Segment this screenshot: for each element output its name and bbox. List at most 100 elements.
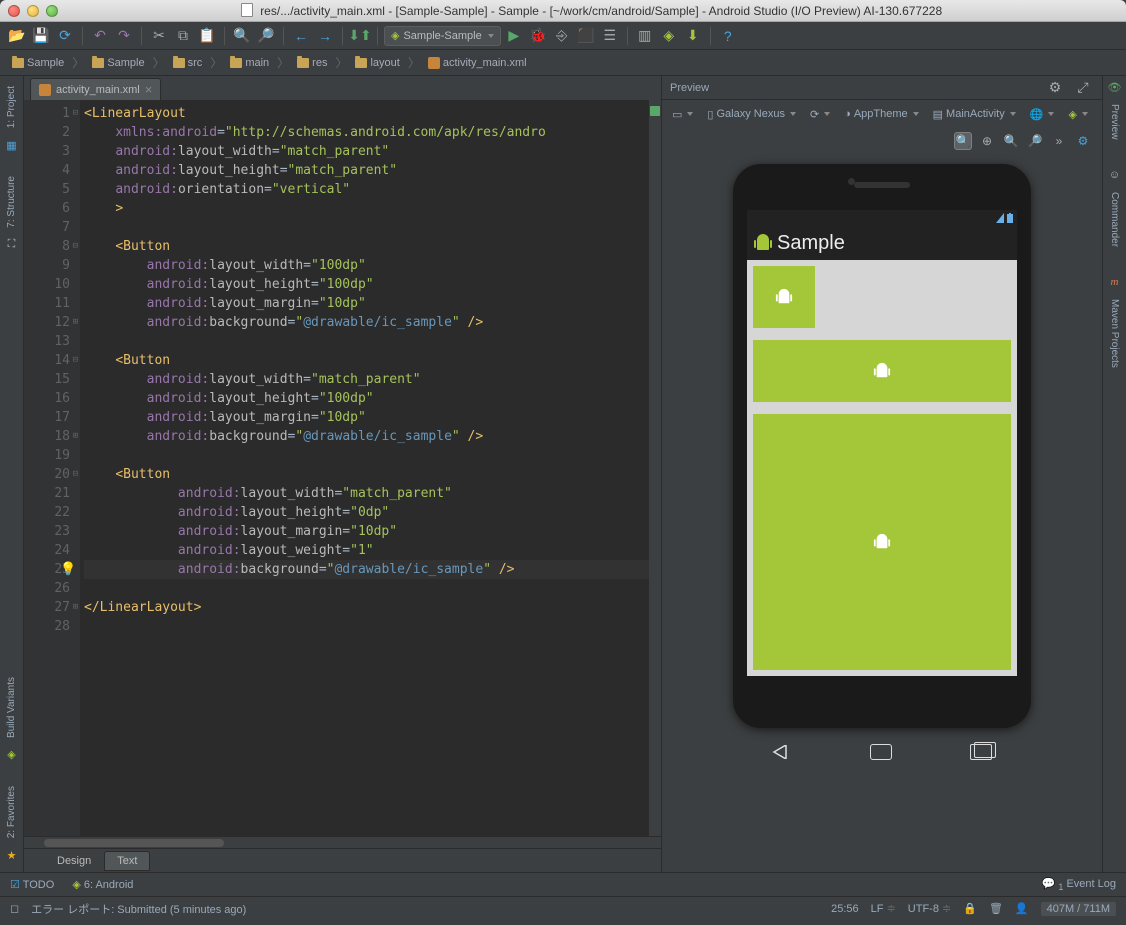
- breadcrumb-item[interactable]: res: [291, 55, 333, 71]
- error-stripe: [649, 100, 661, 836]
- save-button[interactable]: 💾: [30, 25, 52, 47]
- zoom-out-icon[interactable]: 🔎: [1026, 132, 1044, 150]
- code-editor[interactable]: ⊟1234567⊟891011⊞1213⊟14151617⊞1819⊟20212…: [24, 100, 661, 836]
- config-dropdown[interactable]: ▭: [668, 106, 697, 123]
- paste-button[interactable]: 📋: [196, 25, 218, 47]
- device-dropdown[interactable]: ▯ Galaxy Nexus: [703, 106, 800, 123]
- find-button[interactable]: 🔍: [231, 25, 253, 47]
- make-button[interactable]: ⬇⬆: [349, 25, 371, 47]
- window-title: res/.../activity_main.xml - [Sample-Samp…: [65, 3, 1118, 18]
- build-variants-tab[interactable]: Build Variants: [4, 671, 19, 744]
- app-title: Sample: [777, 232, 845, 255]
- settings-icon[interactable]: ⚙: [1074, 132, 1092, 150]
- commander-icon: ☺: [1108, 168, 1122, 182]
- zoom-in-icon[interactable]: 🔍: [1002, 132, 1020, 150]
- zoom-fit-icon[interactable]: 🔍: [954, 132, 972, 150]
- orientation-dropdown[interactable]: ⟳: [806, 106, 834, 123]
- maven-icon: m: [1108, 275, 1122, 289]
- zoom-reset-icon[interactable]: ⊕: [978, 132, 996, 150]
- horizontal-scrollbar[interactable]: [24, 836, 661, 848]
- monitor-button[interactable]: ☰: [599, 25, 621, 47]
- titlebar: res/.../activity_main.xml - [Sample-Samp…: [0, 0, 1126, 22]
- toggle-tool-windows-icon[interactable]: ◻: [10, 902, 19, 915]
- close-window-button[interactable]: [8, 5, 20, 17]
- design-tab[interactable]: Design: [44, 851, 104, 871]
- device-frame: Sample: [733, 164, 1031, 728]
- memory-indicator[interactable]: 407M / 711M: [1041, 902, 1116, 916]
- scrollbar-thumb[interactable]: [44, 839, 224, 847]
- preview-tool-tab[interactable]: Preview: [1107, 98, 1122, 146]
- theme-dropdown[interactable]: ◑ AppTheme: [840, 106, 922, 122]
- preview-button-3: [753, 414, 1011, 670]
- stop-button[interactable]: ⬛: [575, 25, 597, 47]
- replace-button[interactable]: 🔎: [255, 25, 277, 47]
- intention-bulb-icon[interactable]: 💡: [60, 560, 76, 579]
- structure-tool-tab[interactable]: 7: Structure: [4, 170, 19, 234]
- hector-icon[interactable]: 👤: [1015, 902, 1029, 915]
- sync-button[interactable]: ⟳: [54, 25, 76, 47]
- right-tool-rail: 👁 Preview ☺ Commander m Maven Projects: [1102, 76, 1126, 872]
- gear-icon[interactable]: ⚙: [1044, 77, 1066, 99]
- locale-dropdown[interactable]: 🌐: [1026, 106, 1059, 123]
- project-icon: ▦: [5, 138, 19, 152]
- activity-dropdown[interactable]: ▤ MainActivity: [929, 106, 1020, 123]
- help-button[interactable]: ?: [717, 25, 739, 47]
- xml-file-icon: [428, 57, 440, 69]
- redo-button[interactable]: ↷: [113, 25, 135, 47]
- undo-button[interactable]: ↶: [89, 25, 111, 47]
- project-tool-tab[interactable]: 1: Project: [4, 80, 19, 134]
- zoom-window-button[interactable]: [46, 5, 58, 17]
- copy-button[interactable]: ⧉: [172, 25, 194, 47]
- breadcrumb-item[interactable]: Sample: [6, 55, 70, 71]
- android-manager-button[interactable]: ◈: [658, 25, 680, 47]
- breadcrumb-item[interactable]: Sample: [86, 55, 150, 71]
- run-config-dropdown[interactable]: ◈ Sample-Sample: [384, 26, 501, 46]
- avd-button[interactable]: ▥: [634, 25, 656, 47]
- open-button[interactable]: 📂: [6, 25, 28, 47]
- folder-icon: [230, 58, 242, 68]
- favorites-tool-tab[interactable]: 2: Favorites: [4, 780, 19, 844]
- commander-tool-tab[interactable]: Commander: [1107, 186, 1122, 253]
- breadcrumb-item[interactable]: layout: [349, 55, 405, 71]
- run-button[interactable]: ▶: [503, 25, 525, 47]
- device-screen[interactable]: Sample: [747, 210, 1017, 676]
- more-icon[interactable]: »: [1050, 132, 1068, 150]
- maven-tool-tab[interactable]: Maven Projects: [1107, 293, 1122, 374]
- layout-editor-tabs: Design Text: [24, 848, 661, 872]
- forward-button[interactable]: →: [314, 25, 336, 47]
- close-tab-icon[interactable]: ×: [145, 82, 153, 97]
- recent-icon: [970, 744, 992, 760]
- back-button[interactable]: ←: [290, 25, 312, 47]
- analysis-ok-icon: [650, 106, 660, 116]
- structure-icon: ⛶: [5, 238, 19, 252]
- breadcrumb-item[interactable]: main: [224, 55, 275, 71]
- event-log-tab[interactable]: 💬 1 Event Log: [1042, 877, 1116, 892]
- file-icon: [241, 3, 253, 17]
- checklist-icon: ☑: [10, 879, 20, 891]
- file-encoding[interactable]: UTF-8 ≑: [908, 902, 951, 915]
- attach-debugger-button[interactable]: ⎆: [551, 25, 573, 47]
- todo-tool-tab[interactable]: ☑ TODO: [10, 878, 54, 891]
- sdk-manager-button[interactable]: ⬇: [682, 25, 704, 47]
- chevron-right-icon: 〉: [277, 54, 289, 71]
- android-tool-tab[interactable]: ◈ 6: Android: [72, 878, 133, 891]
- api-dropdown[interactable]: ◈: [1064, 106, 1091, 123]
- lock-icon[interactable]: 🔒: [963, 902, 977, 915]
- chevron-right-icon: 〉: [153, 54, 165, 71]
- breadcrumb-item[interactable]: src: [167, 55, 209, 71]
- breadcrumb-bar: Sample〉Sample〉src〉main〉res〉layout〉activi…: [0, 50, 1126, 76]
- trash-icon[interactable]: 🗑: [989, 902, 1003, 915]
- preview-header: Preview ⚙ ⤢: [662, 76, 1102, 100]
- signal-icon: [996, 213, 1004, 223]
- chevron-right-icon: 〉: [72, 54, 84, 71]
- minimize-window-button[interactable]: [27, 5, 39, 17]
- folder-icon: [12, 58, 24, 68]
- minimize-panel-icon[interactable]: ⤢: [1072, 77, 1094, 99]
- text-tab[interactable]: Text: [104, 851, 150, 871]
- breadcrumb-item[interactable]: activity_main.xml: [422, 55, 533, 71]
- line-separator[interactable]: LF ≑: [871, 902, 896, 915]
- cut-button[interactable]: ✂: [148, 25, 170, 47]
- xml-file-icon: [39, 84, 51, 96]
- debug-button[interactable]: 🐞: [527, 25, 549, 47]
- editor-tab-activity-main[interactable]: activity_main.xml ×: [30, 78, 161, 100]
